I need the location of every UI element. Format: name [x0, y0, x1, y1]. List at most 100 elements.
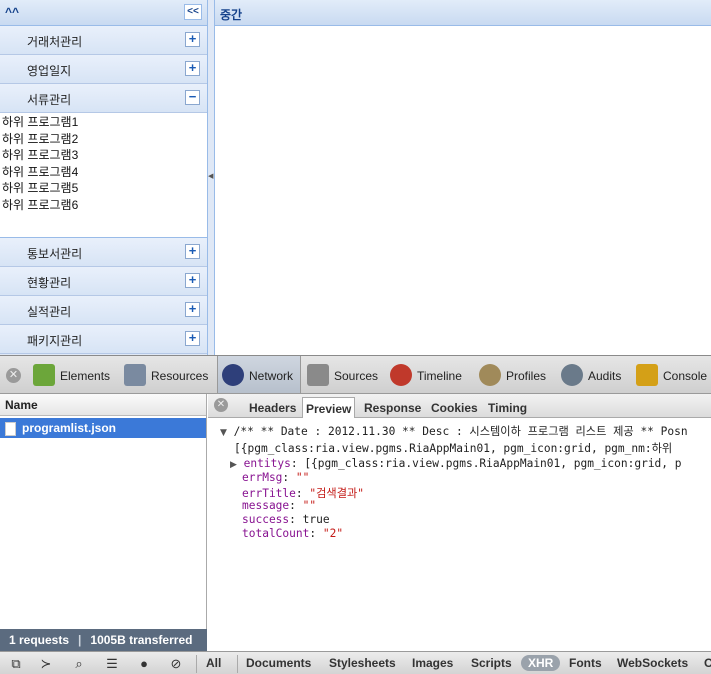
accordion-item-label: 통보서관리	[27, 247, 83, 261]
browser-window: ^^ << 거래처관리 + 영업일지 + 서류관리 − 하위 프로그램1 하위 …	[0, 0, 711, 674]
expand-icon[interactable]: +	[185, 61, 200, 76]
tab-profiles[interactable]: Profiles	[479, 356, 556, 393]
sub-program-item[interactable]: 하위 프로그램5	[0, 180, 207, 197]
console-icon	[636, 364, 658, 386]
tab-headers[interactable]: Headers	[246, 397, 299, 418]
name-column-header[interactable]: Name	[0, 394, 206, 416]
timeline-icon	[390, 364, 412, 386]
json-key: message	[242, 499, 290, 512]
json-key: totalCount	[242, 527, 310, 540]
json-preview: ▼ /** ** Date : 2012.11.30 ** Desc : 시스템…	[208, 418, 711, 651]
close-devtools-icon[interactable]: ✕	[6, 368, 21, 383]
expand-icon[interactable]: +	[185, 244, 200, 259]
preview-comment-line[interactable]: ▼ /** ** Date : 2012.11.30 ** Desc : 시스템…	[220, 423, 688, 439]
tab-audits[interactable]: Audits	[561, 356, 628, 393]
tab-response[interactable]: Response	[361, 397, 424, 418]
devtools-status-bar: ⧉ ≻ ⌕ ☰ ● ⊘ All Documents Stylesheets Im…	[0, 651, 711, 674]
filter-stylesheets[interactable]: Stylesheets	[329, 656, 396, 670]
accordion-item-sales-log[interactable]: 영업일지 +	[0, 55, 207, 84]
splitter-arrow-icon[interactable]: ◀	[208, 172, 213, 180]
resources-icon	[124, 364, 146, 386]
transferred-size: 1005B transferred	[90, 633, 193, 647]
center-panel: 중간	[214, 0, 711, 355]
profiles-icon	[479, 364, 501, 386]
accordion-item-notice-management[interactable]: 통보서관리 +	[0, 238, 207, 267]
accordion-item-client-management[interactable]: 거래처관리 +	[0, 26, 207, 55]
expand-icon[interactable]: +	[185, 273, 200, 288]
tab-sources[interactable]: Sources	[307, 356, 383, 393]
collapse-icon[interactable]: −	[185, 90, 200, 105]
filter-all[interactable]: All	[206, 656, 221, 670]
accordion-item-label: 현황관리	[27, 276, 72, 290]
filter-fonts[interactable]: Fonts	[569, 656, 602, 670]
sub-program-item[interactable]: 하위 프로그램2	[0, 131, 207, 148]
collapse-nav-button[interactable]: <<	[184, 4, 202, 20]
console-drawer-icon[interactable]: ≻	[35, 655, 57, 673]
expand-icon[interactable]: +	[185, 331, 200, 346]
tab-preview[interactable]: Preview	[302, 397, 356, 418]
nav-panel: ^^ << 거래처관리 + 영업일지 + 서류관리 − 하위 프로그램1 하위 …	[0, 0, 208, 355]
network-icon	[222, 364, 244, 386]
request-row[interactable]: programlist.json	[0, 418, 206, 438]
nav-header-title: ^^	[5, 5, 20, 19]
audits-icon	[561, 364, 583, 386]
json-value: "2"	[322, 527, 344, 540]
sub-program-item[interactable]: 하위 프로그램3	[0, 147, 207, 164]
nav-header: ^^ <<	[0, 0, 207, 26]
sub-program-item[interactable]: 하위 프로그램6	[0, 197, 207, 214]
close-detail-icon[interactable]: ✕	[214, 398, 228, 412]
accordion-item-document-management[interactable]: 서류관리 −	[0, 84, 207, 113]
disclosure-open-icon[interactable]: ▼	[220, 428, 227, 438]
sub-program-item[interactable]: 하위 프로그램4	[0, 164, 207, 181]
clear-icon[interactable]: ⊘	[165, 655, 187, 673]
request-list-pane: Name programlist.json 1 requests | 1005B t…	[0, 394, 207, 651]
tab-label: Resources	[151, 369, 209, 383]
search-icon[interactable]: ⌕	[68, 655, 90, 673]
tab-timeline[interactable]: Timeline	[390, 356, 472, 393]
tab-console[interactable]: Console	[636, 356, 711, 393]
accordion-body-document-management: 하위 프로그램1 하위 프로그램2 하위 프로그램3 하위 프로그램4 하위 프…	[0, 113, 207, 238]
entitys-row[interactable]: ▶ entitys: [{pgm_class:ria.view.pgms.Ria…	[230, 457, 682, 470]
accordion-item-performance-management[interactable]: 실적관리 +	[0, 296, 207, 325]
filter-documents[interactable]: Documents	[246, 656, 311, 670]
filter-other[interactable]: O	[704, 656, 711, 670]
tab-cookies[interactable]: Cookies	[428, 397, 481, 418]
sub-program-item[interactable]: 하위 프로그램1	[0, 114, 207, 131]
errmsg-row: errMsg: ""	[242, 471, 310, 484]
list-view-icon[interactable]: ☰	[101, 655, 123, 673]
request-count: 1 requests	[9, 633, 70, 647]
file-icon	[5, 421, 16, 436]
tab-label: Elements	[60, 369, 111, 383]
accordion-item-status-management[interactable]: 현황관리 +	[0, 267, 207, 296]
app-area: ^^ << 거래처관리 + 영업일지 + 서류관리 − 하위 프로그램1 하위 …	[0, 0, 711, 355]
accordion-item-label: 패키지관리	[27, 334, 83, 348]
accordion-item-package-management[interactable]: 패키지관리 +	[0, 325, 207, 354]
record-icon[interactable]: ●	[133, 655, 155, 673]
tab-label: Timeline	[417, 369, 462, 383]
preview-array-line[interactable]: [{pgm_class:ria.view.pgms.RiaAppMain01, …	[234, 440, 672, 456]
totalcount-row: totalCount: "2"	[242, 527, 344, 540]
toolbar-divider	[237, 655, 238, 673]
tab-network[interactable]: Network	[217, 356, 301, 393]
comment-text: /** ** Date : 2012.11.30 ** Desc : 시스템이하…	[233, 425, 688, 438]
tab-resources[interactable]: Resources	[124, 356, 216, 393]
filter-xhr[interactable]: XHR	[521, 655, 561, 671]
tab-timing[interactable]: Timing	[485, 397, 530, 418]
expand-icon[interactable]: +	[185, 32, 200, 47]
filter-scripts[interactable]: Scripts	[471, 656, 512, 670]
dock-icon[interactable]: ⧉	[5, 655, 27, 673]
filter-websockets[interactable]: WebSockets	[617, 656, 688, 670]
request-summary: 1 requests | 1005B transferred	[0, 629, 207, 651]
json-value: "검색결과"	[309, 487, 365, 500]
filter-images[interactable]: Images	[412, 656, 453, 670]
json-key: errMsg	[242, 471, 283, 484]
json-value: ""	[302, 499, 317, 512]
center-panel-title: 중간	[215, 0, 711, 26]
disclosure-closed-icon[interactable]: ▶	[230, 460, 237, 470]
accordion-item-label: 거래처관리	[27, 35, 83, 49]
expand-icon[interactable]: +	[185, 302, 200, 317]
tab-label: Profiles	[506, 369, 547, 383]
accordion-item-label: 서류관리	[27, 93, 72, 107]
tab-label: Network	[249, 369, 294, 383]
tab-elements[interactable]: Elements	[33, 356, 118, 393]
